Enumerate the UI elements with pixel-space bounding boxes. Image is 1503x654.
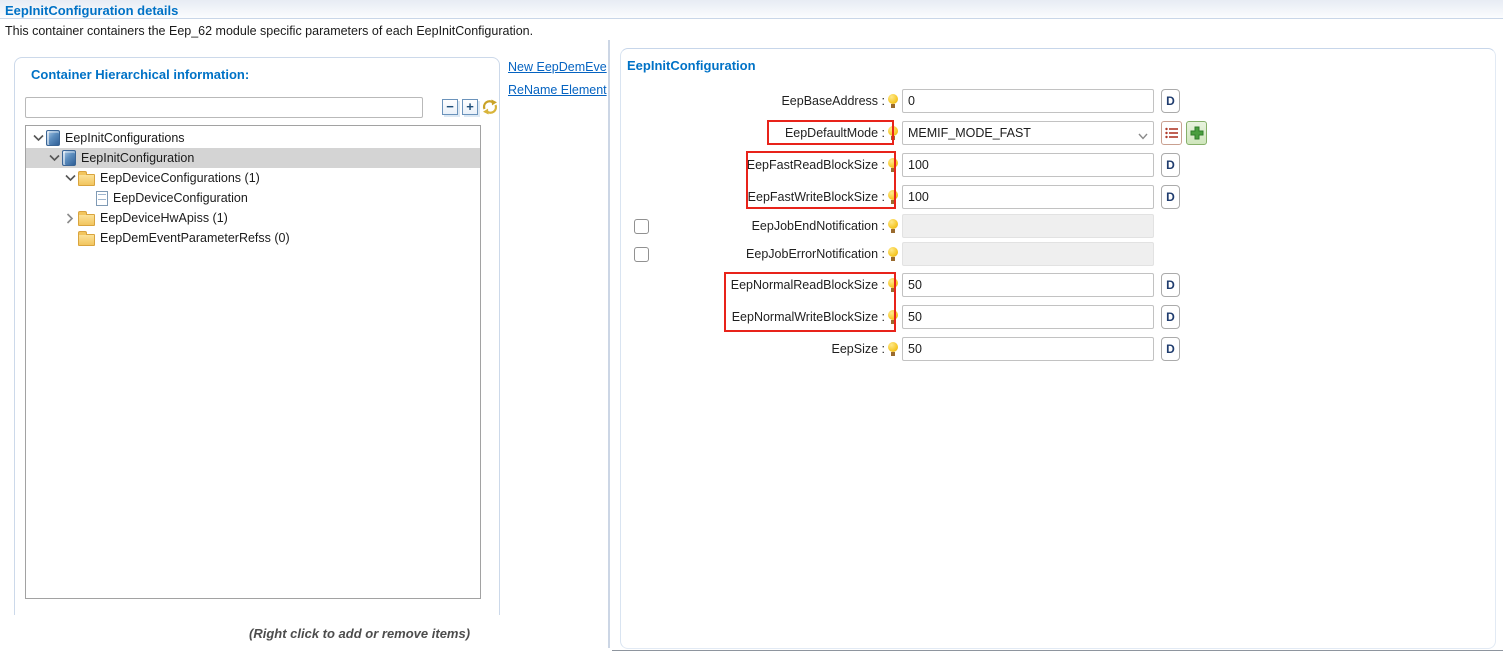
chevron-down-icon[interactable] <box>30 130 46 146</box>
eepnormalwriteblocksize-input[interactable] <box>902 305 1154 329</box>
form-row-eepfastwriteblocksize: EepFastWriteBlockSize : D <box>621 185 1495 209</box>
eepjobendnotification-checkbox[interactable] <box>634 219 649 234</box>
tree-item-eepdeviceconfigurations[interactable]: EepDeviceConfigurations (1) <box>26 168 480 188</box>
chevron-right-icon[interactable] <box>62 210 78 226</box>
tree-item-label: EepDeviceConfigurations (1) <box>100 171 260 185</box>
option-list-button[interactable] <box>1161 121 1182 145</box>
eepnormalreadblocksize-input[interactable] <box>902 273 1154 297</box>
page-description: This container containers the Eep_62 mod… <box>5 24 533 38</box>
expand-all-icon[interactable]: + <box>462 99 478 115</box>
container-hierarchy-panel: Container Hierarchical information: − + … <box>14 57 500 615</box>
tree-item-eepinitconfiguration[interactable]: EepInitConfiguration <box>26 148 480 168</box>
bulb-icon <box>888 94 898 108</box>
form-row-eepbaseaddress: EepBaseAddress : D <box>621 89 1495 113</box>
module-icon <box>46 130 60 146</box>
field-label: EepFastWriteBlockSize : <box>621 190 885 204</box>
field-label: EepJobErrorNotification : <box>621 247 885 261</box>
bulb-icon <box>888 310 898 324</box>
tree-item-eepdemeventparameterrefss[interactable]: EepDemEventParameterRefss (0) <box>26 228 480 248</box>
document-icon <box>96 191 108 206</box>
eepjobendnotification-input <box>902 214 1154 238</box>
module-icon <box>62 150 76 166</box>
field-label: EepBaseAddress : <box>621 94 885 108</box>
tree-item-label: EepDeviceConfiguration <box>113 191 248 205</box>
bulb-icon <box>888 278 898 292</box>
form-panel-title: EepInitConfiguration <box>627 58 756 73</box>
bottom-edge-line <box>612 650 1503 651</box>
field-label: EepDefaultMode : <box>621 126 885 140</box>
default-value-button[interactable]: D <box>1161 153 1180 177</box>
field-label: EepSize : <box>621 342 885 356</box>
chevron-down-icon <box>1138 129 1148 143</box>
tree-filter-input[interactable] <box>25 97 423 118</box>
form-row-eepnormalreadblocksize: EepNormalReadBlockSize : D <box>621 273 1495 297</box>
bulb-icon <box>888 126 898 140</box>
action-links: New EepDemEve ReName Element <box>508 60 609 106</box>
bulb-icon <box>888 158 898 172</box>
default-value-button[interactable]: D <box>1161 337 1180 361</box>
default-value-button[interactable]: D <box>1161 185 1180 209</box>
bulb-icon <box>888 190 898 204</box>
tree-item-eepinitconfigurations[interactable]: EepInitConfigurations <box>26 128 480 148</box>
folder-icon <box>78 174 95 186</box>
tree-item-label: EepDemEventParameterRefss (0) <box>100 231 290 245</box>
chevron-spacer <box>78 190 94 206</box>
tree-item-label: EepInitConfiguration <box>81 151 194 165</box>
eepfastwriteblocksize-input[interactable] <box>902 185 1154 209</box>
page-header: EepInitConfiguration details <box>0 0 1503 19</box>
hierarchy-panel-title: Container Hierarchical information: <box>31 67 249 82</box>
folder-icon <box>78 214 95 226</box>
collapse-all-icon[interactable]: − <box>442 99 458 115</box>
bulb-icon <box>888 247 898 261</box>
field-label: EepNormalWriteBlockSize : <box>621 310 885 324</box>
folder-icon <box>78 234 95 246</box>
form-row-eepjoberrornotification: EepJobErrorNotification : <box>621 242 1495 266</box>
default-value-button[interactable]: D <box>1161 305 1180 329</box>
hierarchy-tree: EepInitConfigurations EepInitConfigurati… <box>25 125 481 599</box>
tree-item-eepdevicehwapiss[interactable]: EepDeviceHwApiss (1) <box>26 208 480 228</box>
selected-option: MEMIF_MODE_FAST <box>908 126 1031 140</box>
new-element-link[interactable]: New EepDemEve <box>508 60 609 74</box>
add-icon[interactable] <box>1186 121 1207 145</box>
bulb-icon <box>888 219 898 233</box>
eepbaseaddress-input[interactable] <box>902 89 1154 113</box>
page-title: EepInitConfiguration details <box>5 3 178 18</box>
field-label: EepFastReadBlockSize : <box>621 158 885 172</box>
chevron-down-icon[interactable] <box>62 170 78 186</box>
eepjoberrornotification-input <box>902 242 1154 266</box>
tree-item-eepdeviceconfiguration[interactable]: EepDeviceConfiguration <box>26 188 480 208</box>
default-value-button[interactable]: D <box>1161 89 1180 113</box>
form-row-eepjobendnotification: EepJobEndNotification : <box>621 214 1495 238</box>
eepsize-input[interactable] <box>902 337 1154 361</box>
rename-element-link[interactable]: ReName Element <box>508 83 609 97</box>
form-row-eepnormalwriteblocksize: EepNormalWriteBlockSize : D <box>621 305 1495 329</box>
field-label: EepJobEndNotification : <box>621 219 885 233</box>
form-row-eepdefaultmode: EepDefaultMode : MEMIF_MODE_FAST <box>621 121 1495 145</box>
chevron-spacer <box>62 230 78 246</box>
tree-item-label: EepInitConfigurations <box>65 131 185 145</box>
form-row-eepsize: EepSize : D <box>621 337 1495 361</box>
right-click-hint: (Right click to add or remove items) <box>249 626 470 641</box>
default-value-button[interactable]: D <box>1161 273 1180 297</box>
eepdefaultmode-select[interactable]: MEMIF_MODE_FAST <box>902 121 1154 145</box>
panel-divider <box>608 40 610 648</box>
field-label: EepNormalReadBlockSize : <box>621 278 885 292</box>
refresh-icon[interactable] <box>481 98 499 116</box>
eepinitconfiguration-form-panel: EepInitConfiguration EepBaseAddress : D … <box>620 48 1496 649</box>
bulb-icon <box>888 342 898 356</box>
tree-item-label: EepDeviceHwApiss (1) <box>100 211 228 225</box>
form-row-eepfastreadblocksize: EepFastReadBlockSize : D <box>621 153 1495 177</box>
eepjoberrornotification-checkbox[interactable] <box>634 247 649 262</box>
chevron-down-icon[interactable] <box>46 150 62 166</box>
eepfastreadblocksize-input[interactable] <box>902 153 1154 177</box>
